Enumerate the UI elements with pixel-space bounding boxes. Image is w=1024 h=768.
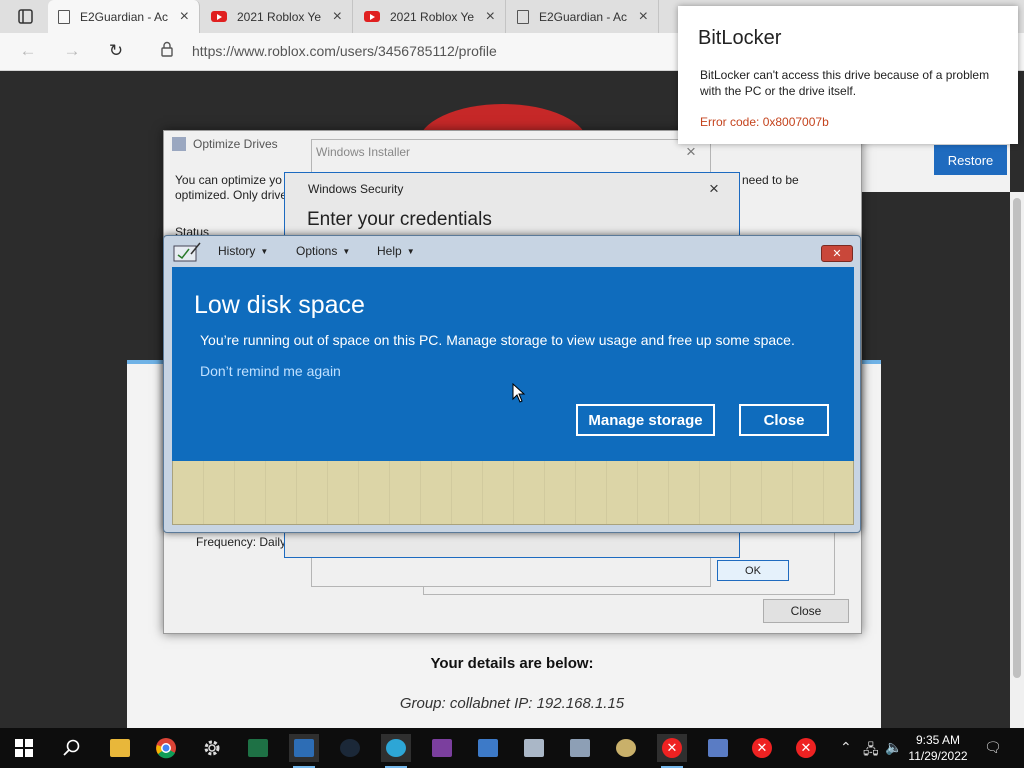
files-icon[interactable] — [519, 734, 549, 762]
low-disk-toast: Low disk space You’re running out of spa… — [172, 267, 854, 461]
manage-storage-button[interactable]: Manage storage — [576, 404, 715, 436]
control-panel-icon[interactable] — [565, 734, 595, 762]
paint-icon[interactable] — [611, 734, 641, 762]
window-title: Windows Security — [308, 182, 404, 196]
edge-icon[interactable] — [381, 734, 411, 768]
app-window-icon[interactable] — [289, 734, 319, 768]
forward-icon[interactable]: → — [60, 41, 84, 61]
page-icon — [58, 9, 70, 24]
computer-icon[interactable] — [703, 734, 733, 762]
ok-button[interactable]: OK — [717, 560, 789, 581]
close-icon[interactable]: × — [486, 8, 495, 26]
tab-roblox-1[interactable]: 2021 Roblox Ye × — [201, 0, 353, 33]
toast-heading: Low disk space — [194, 291, 365, 319]
clock-date: 11/29/2022 — [908, 749, 968, 763]
close-icon[interactable]: × — [180, 8, 189, 26]
app-window-icon-2[interactable] — [473, 734, 503, 762]
start-icon[interactable] — [9, 734, 39, 762]
menu-history[interactable]: History ▼ — [218, 244, 268, 258]
description-text: You can optimize yo optimized. Only driv… — [175, 173, 288, 202]
refresh-icon[interactable]: ↻ — [104, 41, 128, 61]
page-icon — [517, 9, 529, 24]
menu-help[interactable]: Help ▼ — [377, 244, 415, 258]
content-area — [172, 461, 854, 525]
notification-title: BitLocker — [698, 27, 782, 49]
youtube-icon — [364, 11, 380, 22]
error-app-icon-3[interactable]: ✕ — [791, 734, 821, 762]
dont-remind-link[interactable]: Don’t remind me again — [200, 363, 341, 379]
app-icon — [173, 242, 201, 262]
tab-roblox-2[interactable]: 2021 Roblox Ye × — [354, 0, 506, 33]
notification-icon[interactable]: 🗨 — [984, 739, 1002, 756]
toast-message: You’re running out of space on this PC. … — [200, 332, 795, 348]
tab-label: E2Guardian - Ac — [539, 9, 628, 24]
tab-label: 2021 Roblox Ye — [237, 9, 322, 24]
lock-icon[interactable] — [161, 41, 173, 57]
excel-icon[interactable] — [243, 734, 273, 762]
mouse-cursor-icon — [512, 383, 526, 403]
clock-time: 9:35 AM — [915, 733, 961, 747]
tab-label: E2Guardian - Ac — [80, 9, 169, 24]
winrar-icon[interactable] — [427, 734, 457, 762]
youtube-icon — [211, 11, 227, 22]
description-text-end: need to be — [742, 173, 799, 187]
close-icon[interactable]: × — [686, 142, 696, 162]
error-app-icon[interactable]: ✕ — [657, 734, 687, 768]
steam-icon[interactable] — [335, 734, 365, 762]
menu-label: Options — [296, 244, 338, 258]
network-icon[interactable]: 🖧 — [863, 739, 879, 763]
volume-icon[interactable]: 🔈 — [885, 739, 902, 756]
close-icon[interactable]: ✕ — [821, 245, 853, 262]
restore-button[interactable]: Restore — [934, 145, 1007, 175]
chevron-up-icon[interactable]: ⌃ — [840, 739, 852, 756]
tab-e2guardian-1[interactable]: E2Guardian - Ac × — [48, 0, 200, 33]
tab-label: 2021 Roblox Ye — [390, 9, 475, 24]
back-icon[interactable]: ← — [16, 41, 40, 61]
bitlocker-notification[interactable]: BitLocker BitLocker can't access this dr… — [678, 6, 1018, 144]
close-button[interactable]: Close — [739, 404, 829, 436]
error-code: Error code: 0x8007007b — [700, 115, 829, 129]
frequency-label: Frequency: Daily — [196, 535, 287, 549]
menu-bar: History ▼ Options ▼ Help ▼ ✕ — [164, 236, 860, 266]
tab-actions-icon[interactable] — [8, 6, 40, 28]
menu-label: History — [218, 244, 256, 258]
caret-down-icon: ▼ — [406, 247, 415, 257]
window-title: Optimize Drives — [172, 137, 278, 151]
menu-options[interactable]: Options ▼ — [296, 244, 350, 258]
close-icon[interactable]: × — [709, 179, 719, 199]
credentials-heading: Enter your credentials — [307, 209, 492, 230]
close-button[interactable]: Close — [763, 599, 849, 623]
defrag-icon — [172, 137, 186, 151]
menu-label: Help — [377, 244, 402, 258]
details-title: Your details are below: — [430, 655, 594, 672]
close-icon[interactable]: × — [333, 8, 342, 26]
details-line: Group: collabnet IP: 192.168.1.15 — [399, 695, 625, 712]
settings-icon[interactable] — [197, 734, 227, 762]
url-input[interactable]: https://www.roblox.com/users/3456785112/… — [192, 43, 497, 59]
search-icon[interactable] — [57, 734, 87, 762]
chrome-icon[interactable] — [151, 734, 181, 762]
clock[interactable]: 9:35 AM 11/29/2022 — [908, 732, 968, 764]
tab-e2guardian-2[interactable]: E2Guardian - Ac × — [507, 0, 659, 33]
window-title-text: Optimize Drives — [193, 137, 278, 151]
scrollbar-thumb[interactable] — [1013, 198, 1021, 678]
window-title: Windows Installer — [316, 145, 411, 159]
notification-body: BitLocker can't access this drive becaus… — [700, 68, 990, 98]
caret-down-icon: ▼ — [342, 247, 351, 257]
caret-down-icon: ▼ — [260, 247, 269, 257]
close-icon[interactable]: × — [639, 8, 648, 26]
error-app-icon-2[interactable]: ✕ — [747, 734, 777, 762]
file-explorer-icon[interactable] — [105, 734, 135, 762]
